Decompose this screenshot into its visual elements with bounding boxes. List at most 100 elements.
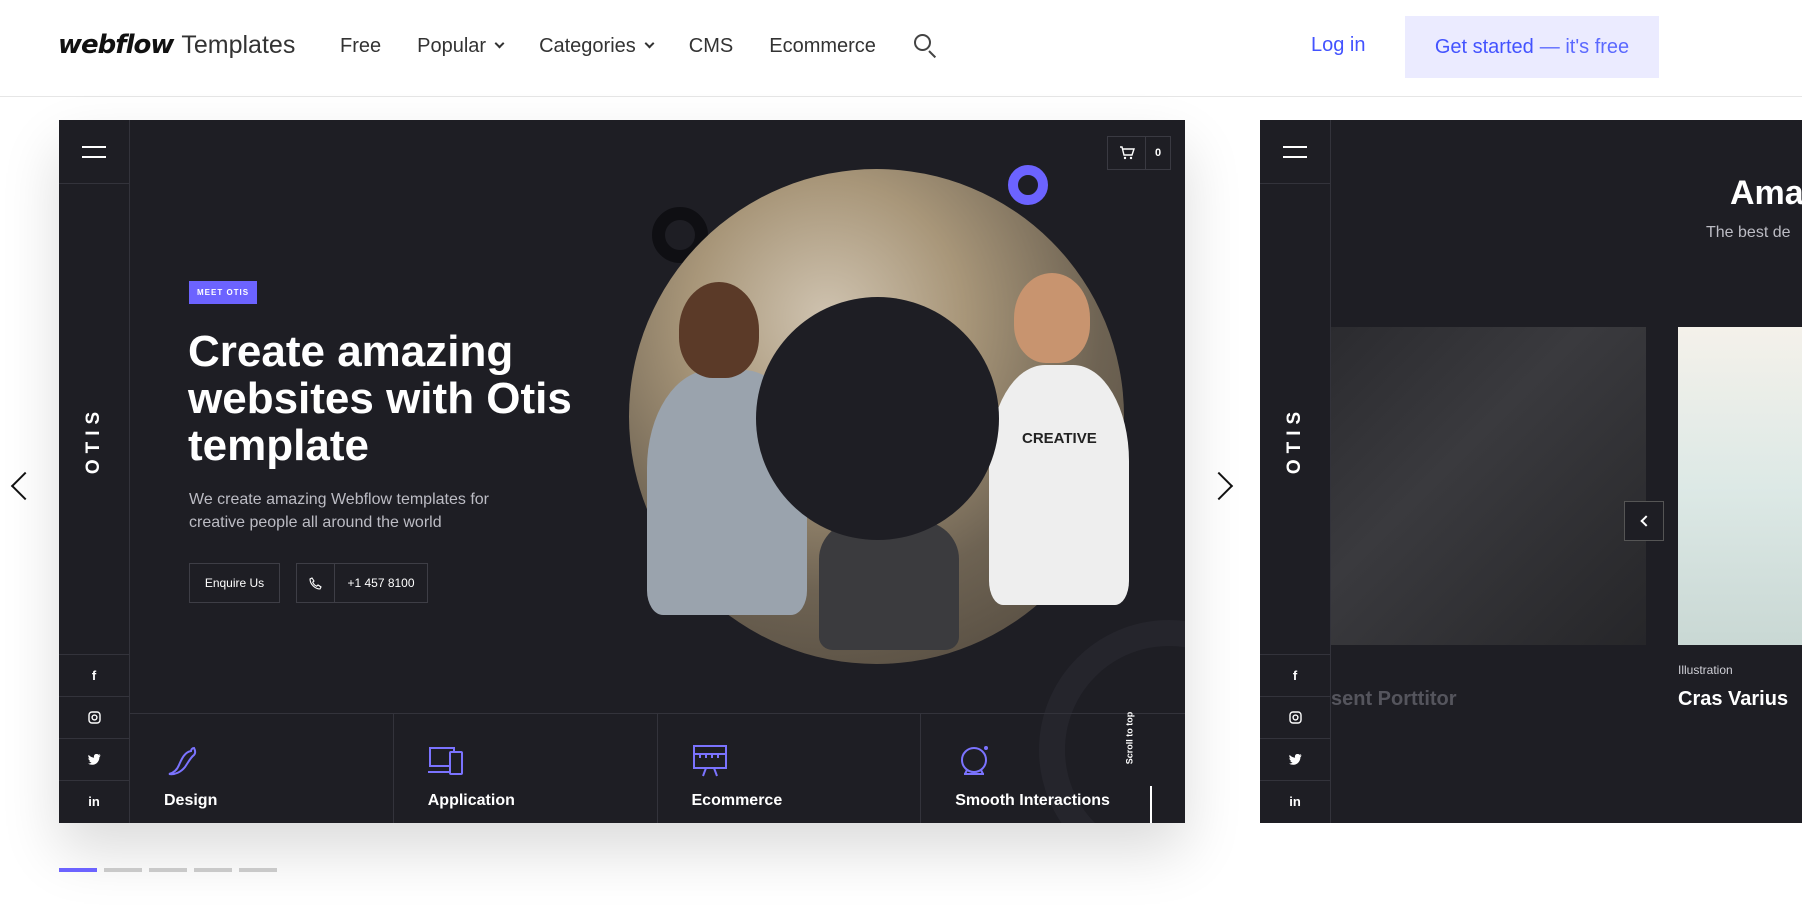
rail-brand-text: OTIS (83, 405, 104, 475)
get-started-suffix: — it's free (1539, 35, 1630, 58)
scroll-to-top-label: Scroll to top (1124, 711, 1135, 765)
facebook-icon[interactable]: f (1260, 654, 1330, 696)
side-rail: OTIS f in (1260, 120, 1331, 823)
photo-person-right-head (1014, 273, 1090, 363)
pepper-icon (168, 746, 197, 776)
devices-icon (427, 747, 463, 775)
linkedin-icon[interactable]: in (59, 780, 129, 822)
twitter-icon-svg (1288, 754, 1301, 765)
phone-number: +1 457 8100 (347, 576, 415, 590)
pagination-dot-3[interactable] (149, 868, 187, 872)
facebook-icon[interactable]: f (59, 654, 129, 696)
instagram-icon-svg (87, 711, 101, 724)
pagination-dot-5[interactable] (239, 868, 277, 872)
nav-categories-label: Categories (539, 34, 636, 57)
cart-icon (1108, 137, 1146, 169)
search-icon-handle (928, 50, 937, 59)
top-nav: webflow Templates Free Popular Categorie… (0, 0, 1802, 97)
scroll-to-top[interactable]: Scroll to top (1124, 695, 1161, 823)
crystal-ball-icon (961, 746, 989, 775)
carousel-pagination (59, 868, 284, 872)
feature-label: Ecommerce (691, 792, 783, 809)
template-slide-next[interactable]: OTIS f in Ama The best de sent Porttitor… (1260, 120, 1802, 823)
logo-sub: Templates (181, 31, 296, 59)
photo-person-left-head (679, 282, 759, 378)
linkedin-icon[interactable]: in (1260, 780, 1330, 822)
feature-label: Smooth Interactions (955, 792, 1110, 809)
portfolio-image-laptop (1331, 327, 1646, 645)
portfolio-category: Illustration (1678, 663, 1733, 677)
feature-label: Design (164, 792, 218, 809)
hamburger-line (1283, 156, 1307, 158)
feature-item: Application (394, 714, 658, 823)
slide2-title: Ama (1730, 174, 1802, 212)
nav-free[interactable]: Free (340, 35, 381, 58)
pagination-dot-2[interactable] (104, 868, 142, 872)
pagination-dot-1[interactable] (59, 868, 97, 872)
hamburger-line (1283, 146, 1307, 148)
chevron-down-icon (644, 38, 655, 49)
feature-list: Design Application Ecommerce Smooth Inte… (130, 713, 1185, 823)
phone-button[interactable]: +1 457 8100 (296, 563, 428, 603)
photo-cutout (756, 297, 999, 540)
logo[interactable]: webflow Templates (58, 30, 295, 60)
decorative-dot (1008, 165, 1048, 205)
feature-item: Ecommerce (658, 714, 922, 823)
nav-ecommerce[interactable]: Ecommerce (769, 35, 876, 58)
search-icon-ring (913, 34, 931, 51)
main-nav: Free Popular Categories CMS Ecommerce (340, 0, 938, 92)
portfolio-prev-arrow-glyph (1639, 515, 1652, 527)
get-started-label: Get started (1434, 35, 1534, 58)
phone-icon (297, 564, 335, 602)
twitter-icon[interactable] (1260, 738, 1330, 780)
cart-icon-svg (1119, 146, 1135, 160)
photo-person-right (989, 365, 1129, 605)
storefront-icon (692, 745, 727, 777)
cart-button[interactable]: 0 (1107, 136, 1171, 170)
search-icon[interactable] (913, 34, 938, 59)
pagination-dot-4[interactable] (194, 868, 232, 872)
scroll-to-top-bar (1150, 786, 1152, 823)
portfolio-caption-right: Cras Varius (1678, 688, 1789, 710)
hamburger-icon[interactable] (1260, 120, 1330, 184)
login-link[interactable]: Log in (1311, 34, 1366, 57)
carousel-prev-arrow-icon[interactable] (10, 471, 40, 501)
logo-brand: webflow (58, 30, 174, 60)
instagram-icon-svg (1288, 711, 1302, 724)
hero-subtitle: We create amazing Webflow templates for … (189, 491, 489, 531)
twitter-icon[interactable] (59, 738, 129, 780)
phone-icon-svg (309, 576, 322, 590)
enquire-button[interactable]: Enquire Us (189, 563, 280, 603)
portfolio-prev-arrow-icon[interactable] (1624, 501, 1664, 541)
cart-count: 0 (1154, 147, 1162, 159)
feature-label: Application (427, 792, 515, 809)
slide2-subtitle: The best de (1706, 224, 1791, 241)
nav-popular-label: Popular (417, 34, 487, 57)
rail-brand: OTIS (59, 380, 129, 500)
hamburger-icon[interactable] (59, 120, 129, 184)
portfolio-caption-left: sent Porttitor (1331, 688, 1457, 710)
twitter-icon-svg (87, 754, 100, 765)
rail-brand: OTIS (1260, 380, 1330, 500)
hero-title: Create amazing websites with Otis templa… (188, 327, 572, 470)
carousel-next-arrow-icon[interactable] (1204, 471, 1234, 501)
nav-popular[interactable]: Popular (417, 34, 505, 58)
social-links: f in (1260, 654, 1330, 822)
portfolio-image-interior (1678, 327, 1802, 645)
social-links: f in (59, 654, 129, 822)
hamburger-line (82, 156, 106, 158)
photo-person-middle (819, 520, 959, 650)
rail-brand-text: OTIS (1284, 405, 1305, 475)
chevron-down-icon (494, 38, 505, 49)
nav-categories[interactable]: Categories (539, 34, 655, 58)
instagram-icon[interactable] (59, 696, 129, 738)
side-rail: OTIS f in (59, 120, 130, 823)
shirt-text: CREATIVE (1022, 430, 1097, 447)
template-slide-otis[interactable]: OTIS f in 0 CREATIVE MEET OTIS Create am… (59, 120, 1185, 823)
nav-cms[interactable]: CMS (689, 35, 733, 58)
hamburger-line (82, 146, 106, 148)
hero-badge: MEET OTIS (189, 281, 258, 304)
instagram-icon[interactable] (1260, 696, 1330, 738)
get-started-button[interactable]: Get started — it's free (1405, 16, 1659, 78)
feature-item: Design (130, 714, 394, 823)
